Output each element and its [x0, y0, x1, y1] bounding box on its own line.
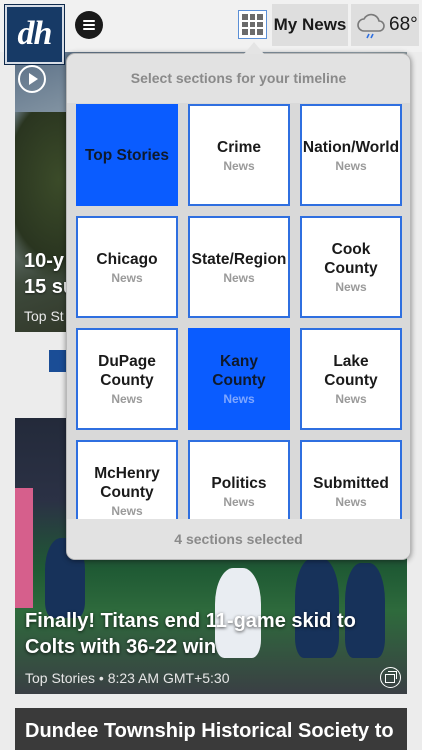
section-tile[interactable]: DuPage County News [76, 328, 178, 430]
story-card[interactable]: Dundee Township Historical Society to [15, 708, 407, 750]
section-subtitle: News [223, 270, 255, 285]
section-name: Cook County [324, 241, 378, 277]
section-grid[interactable]: Top Stories Crime News Nation/World News Chic… [67, 103, 410, 521]
section-subtitle: News [223, 158, 255, 173]
story-headline: Dundee Township Historical Society to [25, 720, 394, 742]
section-subtitle: News [223, 494, 255, 509]
section-tile[interactable]: Top Stories [76, 104, 178, 206]
section-subtitle: News [111, 504, 143, 518]
cloud-rain-icon [357, 13, 385, 39]
section-name: Crime [217, 138, 261, 156]
section-name: Top Stories [84, 146, 170, 164]
gallery-icon[interactable] [380, 667, 401, 688]
story-meta: Top Stories • 8:23 AM GMT+5:30 [25, 670, 230, 686]
section-subtitle: News [335, 494, 367, 509]
temperature: 68° [389, 14, 418, 35]
popover-caret [244, 42, 264, 54]
popover-title: Select sections for your timeline [130, 70, 347, 86]
section-tile[interactable]: Kany County News [188, 328, 290, 430]
section-tile[interactable]: Submitted News [300, 440, 402, 521]
section-name: Lake County [324, 353, 378, 389]
section-tile[interactable]: Chicago News [76, 216, 178, 318]
section-tile[interactable]: Politics News [188, 440, 290, 521]
section-subtitle: News [111, 270, 143, 285]
section-tile[interactable]: Cook County News [300, 216, 402, 318]
logo[interactable]: dh [5, 5, 64, 64]
section-picker-popover: Select sections for your timeline Top St… [66, 53, 411, 560]
section-subtitle: News [335, 158, 367, 173]
section-name: State/Region [191, 250, 287, 268]
selection-count: 4 sections selected [67, 519, 410, 559]
section-subtitle: News [223, 392, 255, 406]
sections-grid-icon[interactable] [238, 10, 267, 39]
section-name: Submitted [313, 474, 389, 492]
section-name: Nation/World [302, 138, 400, 156]
weather-button[interactable]: 68° [351, 4, 419, 46]
section-name: Kany County [212, 353, 266, 389]
section-name: DuPage County [98, 353, 156, 389]
section-tile[interactable]: Lake County News [300, 328, 402, 430]
section-subtitle: News [335, 392, 367, 406]
my-news-button[interactable]: My News [272, 4, 348, 46]
section-tile[interactable]: Nation/World News [300, 104, 402, 206]
section-subtitle: News [111, 392, 143, 406]
section-name: Politics [211, 474, 267, 492]
section-tile[interactable]: Crime News [188, 104, 290, 206]
section-tile[interactable]: State/Region News [188, 216, 290, 318]
section-subtitle: News [335, 280, 367, 294]
menu-icon[interactable] [75, 11, 103, 39]
section-name: McHenry County [94, 465, 160, 501]
play-icon[interactable] [18, 65, 46, 93]
section-tile[interactable]: McHenry County News [76, 440, 178, 521]
story-headline: Finally! Titans end 11-game skid to Colt… [25, 610, 356, 658]
section-name: Chicago [96, 250, 158, 268]
story-meta: Top St [24, 308, 64, 324]
